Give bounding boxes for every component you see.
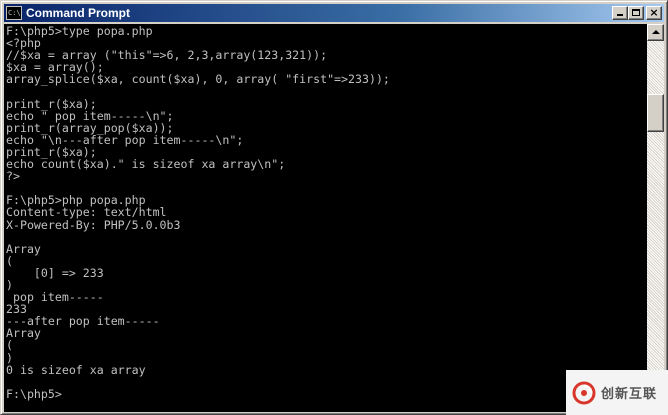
console-text: F:\php5>type popa.php <?php //$xa = arra… xyxy=(6,24,390,401)
brand-logo-icon xyxy=(572,381,596,404)
console-output-area[interactable]: F:\php5>type popa.php <?php //$xa = arra… xyxy=(4,24,647,412)
scrollbar-thumb[interactable] xyxy=(647,94,664,132)
window-controls: × xyxy=(612,6,662,20)
console-icon[interactable]: C:\ xyxy=(6,6,22,20)
watermark: 创新互联 xyxy=(566,370,668,415)
minimize-button[interactable] xyxy=(612,6,628,20)
close-button[interactable]: × xyxy=(646,6,662,20)
maximize-icon xyxy=(632,9,640,16)
title-bar[interactable]: C:\ Command Prompt × xyxy=(4,4,664,22)
scroll-up-button[interactable] xyxy=(647,24,664,41)
close-icon: × xyxy=(649,6,659,19)
watermark-text: 创新互联 xyxy=(601,387,658,402)
window-title: Command Prompt xyxy=(26,6,131,20)
vertical-scrollbar[interactable] xyxy=(647,24,664,412)
minimize-icon xyxy=(617,14,623,16)
command-prompt-window: C:\ Command Prompt × F:\php5>type popa.p… xyxy=(0,0,668,415)
scroll-up-arrow-icon xyxy=(652,30,660,34)
maximize-button[interactable] xyxy=(628,6,644,20)
